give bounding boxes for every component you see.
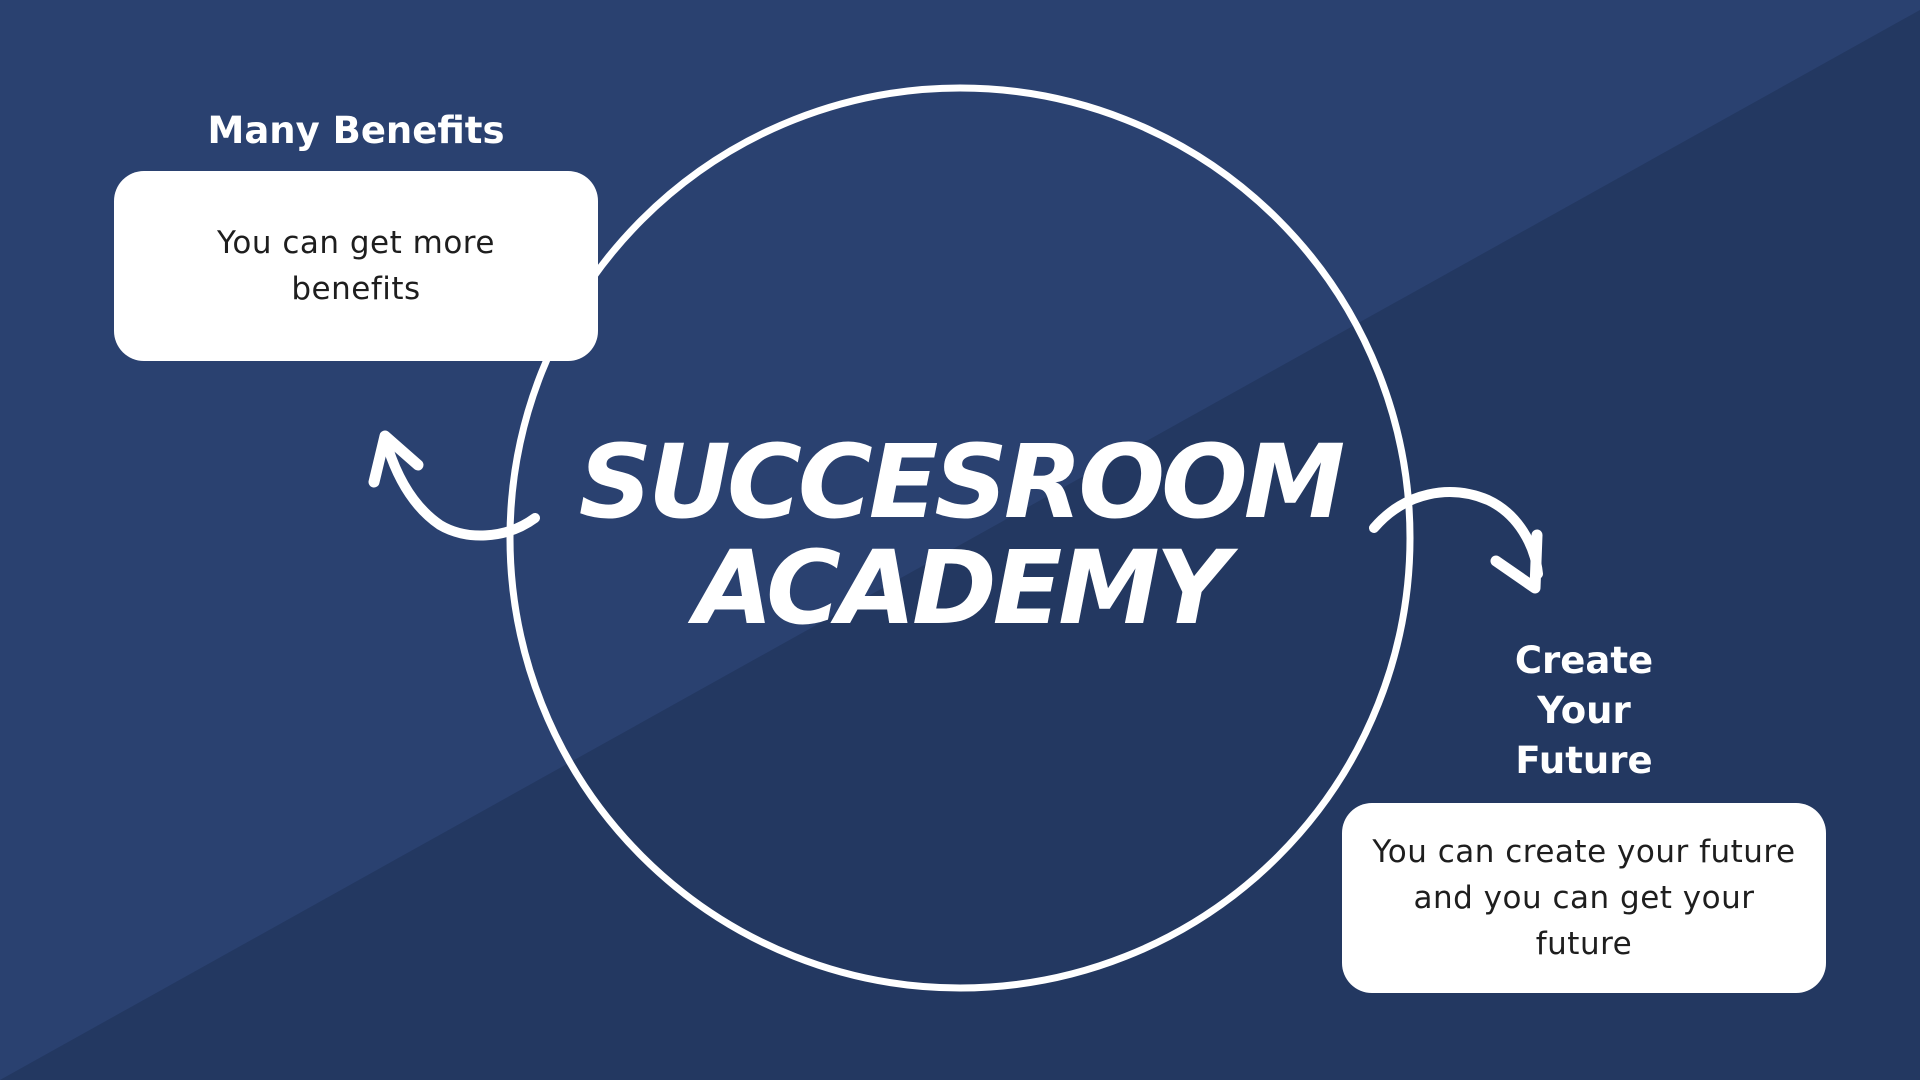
many-benefits-heading: Many Benefits — [207, 109, 505, 152]
create-your-future-description: You can create your future and you can g… — [1372, 834, 1796, 962]
many-benefits-card: You can get more benefits — [114, 171, 598, 361]
academy-title-line-2: ACADEMY — [694, 529, 1229, 648]
many-benefits-description: You can get more benefits — [217, 225, 495, 307]
academy-title-line-1: SUCCESROOM — [578, 423, 1346, 542]
academy-title: SUCCESROOM ACADEMY — [540, 430, 1380, 642]
create-your-future-heading: Create Your Future — [1514, 639, 1654, 782]
create-your-future-card: You can create your future and you can g… — [1342, 803, 1826, 993]
